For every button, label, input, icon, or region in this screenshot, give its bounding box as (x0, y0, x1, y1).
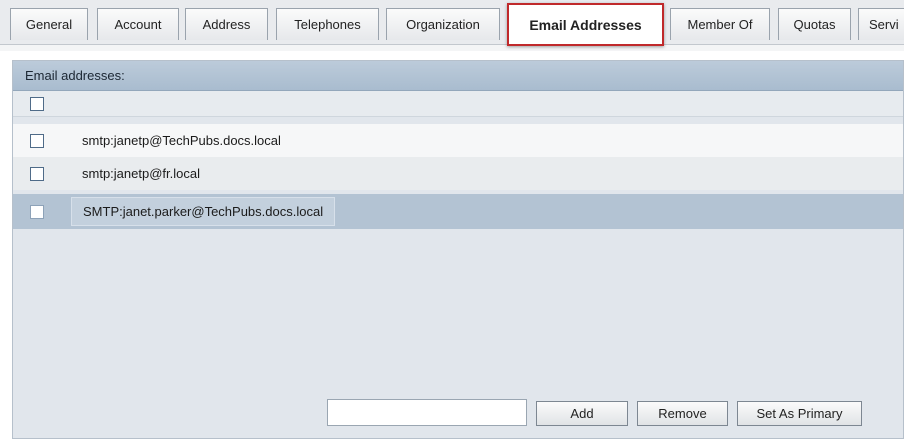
tab-quotas[interactable]: Quotas (778, 8, 851, 40)
tab-account[interactable]: Account (97, 8, 179, 40)
email-row[interactable]: smtp:janetp@TechPubs.docs.local (13, 124, 903, 157)
tab-bar-divider (0, 44, 904, 51)
remove-button[interactable]: Remove (637, 401, 728, 426)
row-checkbox[interactable] (30, 205, 44, 219)
add-button[interactable]: Add (536, 401, 628, 426)
tab-address[interactable]: Address (185, 8, 268, 40)
set-as-primary-button[interactable]: Set As Primary (737, 401, 862, 426)
email-address: smtp:janetp@TechPubs.docs.local (82, 133, 281, 148)
select-all-checkbox[interactable] (30, 97, 44, 111)
email-row-selected[interactable]: SMTP:janet.parker@TechPubs.docs.local (13, 194, 903, 229)
tab-email-addresses[interactable]: Email Addresses (507, 3, 664, 46)
panel-title-label: Email addresses: (25, 68, 125, 83)
email-address: smtp:janetp@fr.local (82, 166, 200, 181)
email-row[interactable]: smtp:janetp@fr.local (13, 157, 903, 190)
email-address-primary: SMTP:janet.parker@TechPubs.docs.local (71, 197, 336, 226)
email-addresses-panel: Email addresses: smtp:janetp@TechPubs.do… (12, 60, 904, 439)
tab-telephones[interactable]: Telephones (276, 8, 379, 40)
new-address-input[interactable] (327, 399, 527, 426)
tab-services[interactable]: Servi (858, 8, 904, 40)
row-checkbox[interactable] (30, 167, 44, 181)
tab-general[interactable]: General (10, 8, 88, 40)
row-checkbox[interactable] (30, 134, 44, 148)
tab-member-of[interactable]: Member Of (670, 8, 770, 40)
tab-bar: General Account Address Telephones Organ… (0, 0, 904, 51)
panel-title: Email addresses: (13, 61, 903, 91)
tab-organization[interactable]: Organization (386, 8, 500, 40)
grid-header (13, 91, 903, 117)
